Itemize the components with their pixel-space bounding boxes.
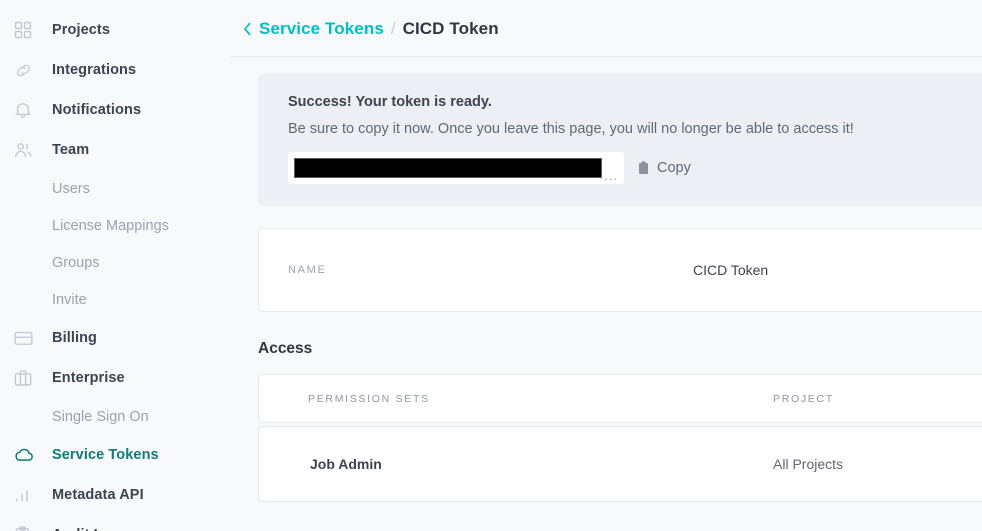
cell-project: All Projects: [773, 456, 844, 472]
sidebar: Projects Integrations Notifications Team…: [0, 0, 230, 531]
sidebar-item-billing[interactable]: Billing: [0, 318, 230, 358]
name-field-value: CICD Token: [693, 262, 769, 278]
clipboard-icon: [638, 161, 649, 175]
app-root: Projects Integrations Notifications Team…: [0, 0, 982, 531]
sidebar-item-label: Groups: [52, 254, 100, 271]
name-card: NAME CICD Token: [258, 228, 982, 312]
sidebar-item-label: Single Sign On: [52, 408, 149, 425]
token-redacted-value: [294, 158, 603, 178]
sidebar-item-team[interactable]: Team: [0, 130, 230, 170]
content-area: Success! Your token is ready. Be sure to…: [230, 57, 982, 502]
column-header-project: PROJECT: [773, 392, 834, 405]
sidebar-item-label: Invite: [52, 291, 87, 308]
chevron-left-icon[interactable]: [243, 22, 252, 36]
sidebar-item-label: Team: [52, 142, 90, 158]
sidebar-item-audit-log[interactable]: Audit Log: [0, 515, 230, 531]
cloud-icon: [14, 447, 44, 463]
clipboard-icon: [14, 525, 44, 531]
sidebar-item-groups[interactable]: Groups: [0, 244, 230, 281]
breadcrumb-parent-link[interactable]: Service Tokens: [259, 19, 384, 39]
bell-icon: [14, 101, 44, 120]
cell-permission-set: Job Admin: [310, 456, 382, 472]
access-table-header: PERMISSION SETS PROJECT: [258, 374, 982, 423]
sidebar-item-label: Projects: [52, 22, 111, 38]
name-field-label: NAME: [288, 264, 327, 276]
sidebar-item-service-tokens[interactable]: Service Tokens: [0, 435, 230, 475]
sidebar-item-enterprise[interactable]: Enterprise: [0, 358, 230, 398]
credit-card-icon: [14, 330, 44, 346]
banner-title: Success! Your token is ready.: [288, 94, 492, 110]
copy-button-label: Copy: [657, 160, 691, 176]
sidebar-item-projects[interactable]: Projects: [0, 10, 230, 50]
column-header-permission-sets: PERMISSION SETS: [308, 392, 430, 405]
sidebar-item-label: Billing: [52, 330, 97, 346]
link-icon: [14, 61, 44, 80]
success-banner: Success! Your token is ready. Be sure to…: [258, 73, 982, 206]
token-ellipsis: ...: [604, 168, 618, 183]
sidebar-item-users[interactable]: Users: [0, 170, 230, 207]
sidebar-item-metadata-api[interactable]: Metadata API: [0, 475, 230, 515]
sidebar-item-label: Enterprise: [52, 370, 125, 386]
people-icon: [14, 141, 44, 159]
sidebar-item-label: Service Tokens: [52, 447, 159, 463]
sidebar-item-license-mappings[interactable]: License Mappings: [0, 207, 230, 244]
sidebar-item-invite[interactable]: Invite: [0, 281, 230, 318]
breadcrumb: Service Tokens / CICD Token: [230, 0, 982, 57]
sidebar-item-label: Notifications: [52, 102, 142, 118]
sidebar-item-label: Integrations: [52, 62, 137, 78]
copy-button[interactable]: Copy: [638, 160, 691, 176]
sidebar-item-label: Metadata API: [52, 487, 144, 503]
table-row[interactable]: Job Admin All Projects: [258, 426, 982, 502]
sidebar-item-single-sign-on[interactable]: Single Sign On: [0, 398, 230, 435]
briefcase-icon: [14, 369, 44, 387]
grid-icon: [14, 21, 44, 39]
sidebar-item-label: License Mappings: [52, 217, 169, 234]
sidebar-item-integrations[interactable]: Integrations: [0, 50, 230, 90]
token-row: ... Copy: [288, 152, 982, 184]
sidebar-item-label: Users: [52, 180, 90, 197]
sidebar-item-label: Audit Log: [44, 527, 121, 531]
sidebar-item-notifications[interactable]: Notifications: [0, 90, 230, 130]
banner-description: Be sure to copy it now. Once you leave t…: [288, 121, 854, 137]
breadcrumb-separator: /: [390, 18, 396, 38]
bar-chart-icon: [14, 487, 44, 503]
page-title: CICD Token: [402, 18, 499, 38]
access-section-title: Access: [258, 340, 313, 357]
token-input[interactable]: ...: [288, 152, 624, 184]
main-content: Service Tokens / CICD Token Success! You…: [230, 0, 982, 531]
